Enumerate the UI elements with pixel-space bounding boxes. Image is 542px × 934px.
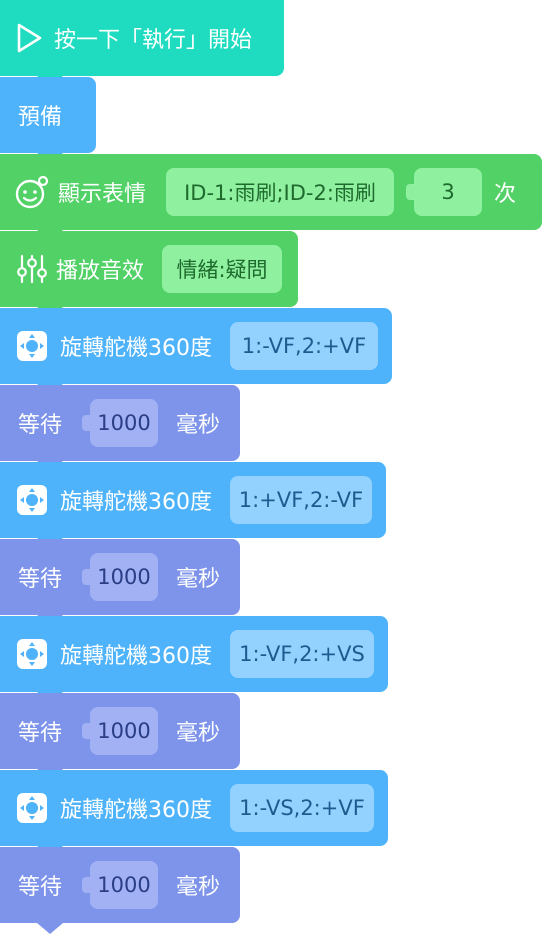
servo-icon (15, 637, 49, 671)
servo-value-field[interactable]: 1:-VF,2:+VF (230, 322, 378, 370)
wait-unit-label: 毫秒 (176, 721, 221, 746)
wait-notch-4 (37, 923, 63, 934)
rotate-servo-label: 旋轉舵機360度 (60, 798, 212, 823)
rotate-servo-label: 旋轉舵機360度 (60, 490, 212, 515)
sound-value-field[interactable]: 情緒:疑問 (162, 245, 282, 293)
wait-block-3[interactable]: 等待 1000 毫秒 (0, 693, 240, 769)
rotate-servo-block-1[interactable]: 旋轉舵機360度 1:-VF,2:+VF (0, 308, 392, 384)
servo-icon (15, 483, 49, 517)
smiley-face-icon (14, 174, 50, 210)
wait-block-1[interactable]: 等待 1000 毫秒 (0, 385, 240, 461)
start-block[interactable]: 按一下「執行」開始 (0, 0, 284, 76)
wait-field-tail (82, 877, 90, 893)
wait-duration-field[interactable]: 1000 (90, 861, 158, 909)
wait-label: 等待 (18, 413, 63, 438)
expression-value-field[interactable]: ID-1:雨刷;ID-2:雨刷 (166, 168, 394, 216)
wait-label: 等待 (18, 567, 63, 592)
wait-block-4[interactable]: 等待 1000 毫秒 (0, 847, 240, 923)
wait-label: 等待 (18, 875, 63, 900)
play-sound-block[interactable]: 播放音效 情緒:疑問 (0, 231, 298, 307)
servo-value-field[interactable]: 1:+VF,2:-VF (230, 476, 372, 524)
wait-unit-label: 毫秒 (176, 413, 221, 438)
servo-icon (15, 791, 49, 825)
servo-value-field[interactable]: 1:-VS,2:+VF (230, 784, 374, 832)
rotate-servo-block-2[interactable]: 旋轉舵機360度 1:+VF,2:-VF (0, 462, 386, 538)
wait-field-tail (82, 569, 90, 585)
wait-duration-field[interactable]: 1000 (90, 553, 158, 601)
wait-field-tail (82, 415, 90, 431)
wait-label: 等待 (18, 721, 63, 746)
wait-unit-label: 毫秒 (176, 875, 221, 900)
expression-count-field[interactable]: 3 (414, 168, 482, 216)
rotate-servo-label: 旋轉舵機360度 (60, 336, 212, 361)
play-sound-label: 播放音效 (56, 259, 145, 284)
count-field-tail (406, 184, 414, 200)
servo-icon (15, 329, 49, 363)
rotate-servo-block-3[interactable]: 旋轉舵機360度 1:-VF,2:+VS (0, 616, 388, 692)
sliders-icon (16, 253, 48, 285)
start-label: 按一下「執行」開始 (54, 28, 253, 53)
rotate-servo-block-4[interactable]: 旋轉舵機360度 1:-VS,2:+VF (0, 770, 388, 846)
prepare-label: 預備 (18, 105, 63, 130)
play-outline-icon (14, 22, 44, 54)
wait-block-2[interactable]: 等待 1000 毫秒 (0, 539, 240, 615)
rotate-servo-label: 旋轉舵機360度 (60, 644, 212, 669)
display-expression-label: 顯示表情 (58, 182, 147, 207)
servo-value-field[interactable]: 1:-VF,2:+VS (230, 630, 374, 678)
wait-field-tail (82, 723, 90, 739)
expression-count-suffix: 次 (494, 182, 517, 207)
wait-duration-field[interactable]: 1000 (90, 707, 158, 755)
wait-unit-label: 毫秒 (176, 567, 221, 592)
wait-duration-field[interactable]: 1000 (90, 399, 158, 447)
prepare-block[interactable]: 預備 (0, 77, 96, 153)
display-expression-block[interactable]: 顯示表情 ID-1:雨刷;ID-2:雨刷 3 次 (0, 154, 542, 230)
